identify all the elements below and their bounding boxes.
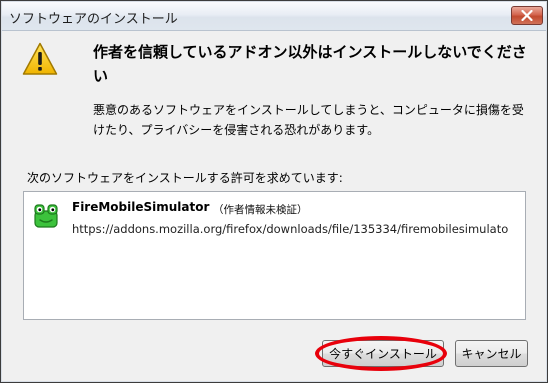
list-item[interactable]: FireMobileSimulator （作者情報未検証） https://ad… <box>24 192 525 240</box>
addon-list-caption: 次のソフトウェアをインストールする許可を求めています: <box>27 171 343 185</box>
install-now-button[interactable]: 今すぐインストール <box>322 340 444 367</box>
window-title: ソフトウェアのインストール <box>9 12 178 27</box>
addon-url: https://addons.mozilla.org/firefox/downl… <box>72 222 509 236</box>
addon-author-status: （作者情報未検証） <box>213 204 308 216</box>
warning-description: 悪意のあるソフトウェアをインストールしてしまうと、コンピュータに損傷を受けたり、… <box>93 103 524 137</box>
addon-list[interactable]: FireMobileSimulator （作者情報未検証） https://ad… <box>23 191 526 320</box>
close-button[interactable] <box>511 6 543 25</box>
addon-name: FireMobileSimulator <box>72 200 210 214</box>
cancel-button[interactable]: キャンセル <box>455 340 528 367</box>
warning-icon <box>22 42 58 75</box>
close-icon <box>521 10 533 21</box>
title-bar[interactable]: ソフトウェアのインストール <box>2 2 546 31</box>
install-dialog: ソフトウェアのインストール 作者を信頼しているアドオン以外はインストールしないで… <box>0 0 548 383</box>
warning-headline: 作者を信頼しているアドオン以外はインストールしないでください <box>93 43 527 85</box>
frog-addon-icon <box>34 204 58 228</box>
